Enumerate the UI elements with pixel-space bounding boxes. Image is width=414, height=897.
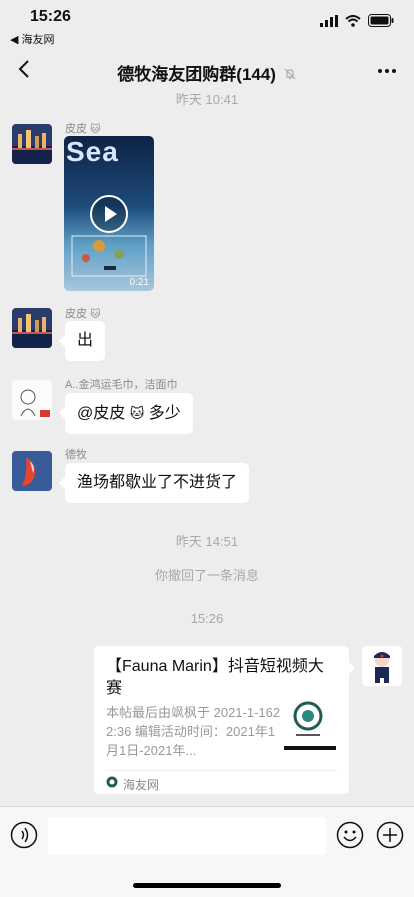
timestamp: 昨天 14:51 — [175, 534, 239, 549]
battery-icon — [368, 14, 394, 32]
timestamp: 昨天 10:41 — [175, 92, 239, 107]
home-indicator[interactable] — [133, 883, 281, 888]
chat-title-text: 德牧海友团购群(144) — [117, 65, 276, 84]
back-to-app-link[interactable]: ◀ 海友网 — [10, 31, 55, 47]
wifi-icon — [345, 14, 361, 32]
avatar-demu[interactable] — [12, 451, 52, 491]
sender-name-text: 皮皮 — [65, 308, 87, 320]
message-bubble[interactable]: 渔场都歇业了不进货了 — [58, 463, 250, 503]
sender-name-text: 皮皮 — [65, 123, 87, 135]
avatar-pipi[interactable] — [12, 308, 52, 348]
emoji-icon[interactable] — [336, 821, 364, 854]
sender-name: 皮皮 🐱 — [65, 305, 101, 321]
video-duration: 0:21 — [129, 277, 149, 288]
sender-name: 德牧 — [65, 449, 87, 461]
message-bubble[interactable]: @皮皮 🐱 多少 — [59, 393, 193, 434]
more-icon[interactable] — [376, 60, 398, 82]
avatar-self[interactable] — [362, 646, 402, 686]
chat-header: 德牧海友团购群(144) — [0, 48, 414, 92]
status-time: 15:26 — [30, 8, 71, 25]
link-card[interactable]: 【Fauna Marin】抖音短视频大赛 本帖最后由飒枫于 2021-1-162… — [94, 646, 355, 794]
message-bubble[interactable]: 出 — [58, 321, 106, 361]
site-logo-icon — [106, 775, 118, 793]
plus-icon[interactable] — [376, 821, 404, 854]
sender-name: 皮皮 🐱 — [65, 120, 101, 136]
avatar-towel-seller[interactable] — [12, 380, 52, 420]
message-input[interactable] — [48, 817, 326, 855]
card-thumbnail — [284, 698, 336, 750]
mute-icon — [283, 66, 297, 86]
video-message[interactable]: Sea 0:21 — [64, 136, 154, 291]
card-title: 【Fauna Marin】抖音短视频大赛 — [106, 658, 324, 697]
cat-emoji-icon: 🐱 — [129, 405, 145, 421]
voice-icon[interactable] — [10, 821, 38, 854]
cat-emoji-icon: 🐱 — [90, 309, 101, 320]
card-description: 本帖最后由飒枫于 2021-1-1622:36 编辑活动时间：2021年1月1日… — [106, 705, 281, 758]
card-source-text: 海友网 — [123, 777, 160, 792]
video-caption: Sea — [66, 136, 119, 167]
play-icon[interactable] — [89, 194, 129, 239]
message-text: 多少 — [148, 405, 181, 422]
avatar-pipi[interactable] — [12, 124, 52, 164]
card-source: 海友网 — [106, 775, 159, 793]
sender-name: A..金鸿运毛巾，洁面巾 — [65, 379, 178, 391]
system-icons — [320, 14, 394, 32]
recall-notice: 你撤回了一条消息 — [154, 568, 259, 583]
signal-icon — [320, 14, 338, 32]
status-bar: 15:26 ◀ 海友网 — [0, 0, 414, 48]
chat-title: 德牧海友团购群(144) — [0, 60, 414, 86]
mention-text: @皮皮 — [77, 405, 126, 422]
cat-emoji-icon: 🐱 — [90, 124, 101, 135]
timestamp: 15:26 — [190, 611, 224, 626]
